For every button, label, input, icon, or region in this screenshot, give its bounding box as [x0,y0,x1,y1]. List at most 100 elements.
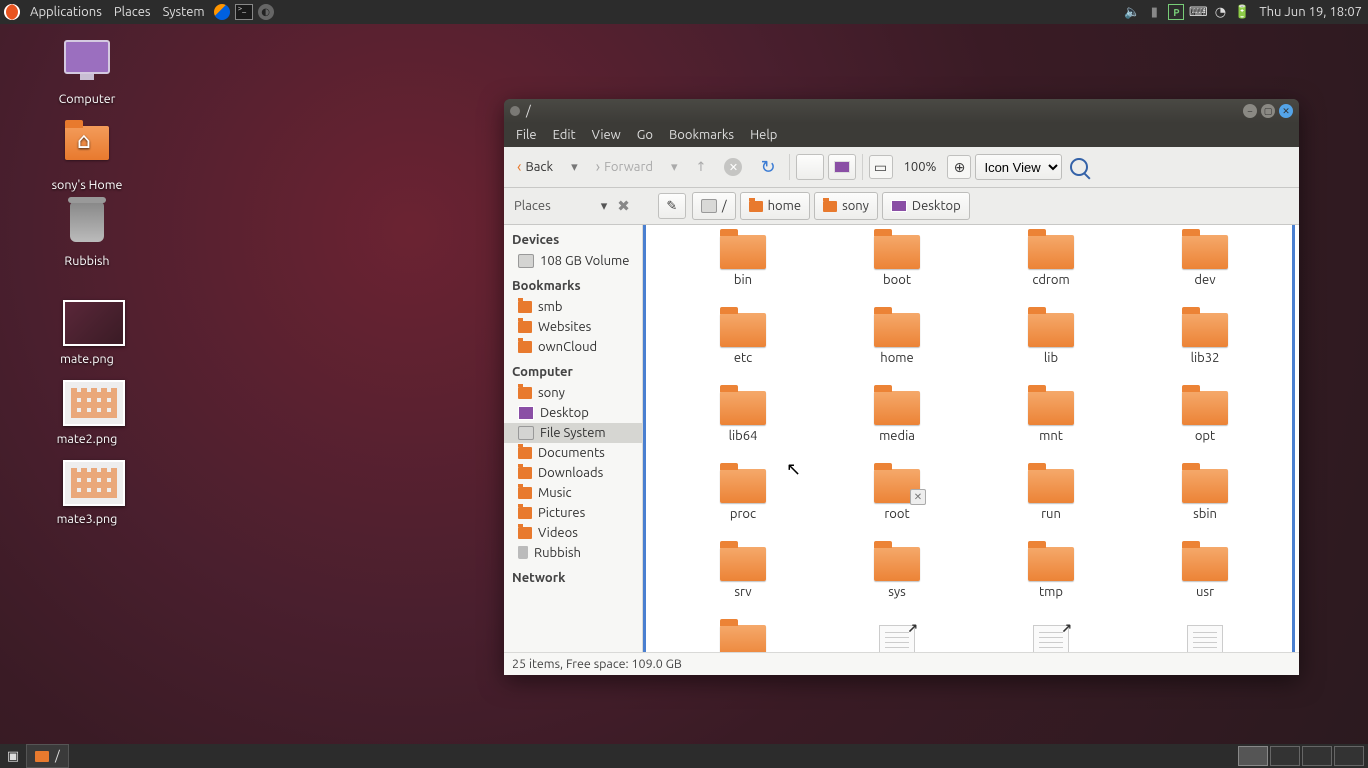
zoom-out-button[interactable]: ▭ [869,155,893,179]
sidebar-item-pictures[interactable]: Pictures [504,503,642,523]
volume-tray-icon[interactable]: 🔈 [1123,3,1141,21]
menu-system[interactable]: System [157,0,211,24]
search-button[interactable] [1066,154,1092,180]
sidebar-heading: Devices [504,225,642,251]
folder-lib[interactable]: lib [1028,313,1074,391]
breadcrumb--[interactable]: / [692,192,736,220]
sidebar-item-label: smb [538,300,562,314]
folder-media[interactable]: media [874,391,920,469]
folder-srv[interactable]: srv [720,547,766,625]
folder-sys[interactable]: sys [874,547,920,625]
sidebar-item-owncloud[interactable]: ownCloud [504,337,642,357]
hd-icon [518,254,534,268]
battery-tray-icon[interactable]: 🔋 [1233,3,1251,21]
zoom-level[interactable]: 100% [897,152,944,182]
computer-icon-button[interactable] [828,154,856,180]
sidebar-item-108-gb-volume[interactable]: 108 GB Volume [504,251,642,271]
desktop-icon-sony-s-home[interactable]: sony's Home [32,120,142,192]
breadcrumb: /homesonyDesktop [692,192,970,220]
network-tray-icon[interactable]: ◔ [1211,3,1229,21]
indicator-tray-icon[interactable]: ▮ [1145,3,1163,21]
folder-mnt[interactable]: mnt [1028,391,1074,469]
desktop-icon-rubbish[interactable]: Rubbish [32,200,142,268]
folder-item[interactable] [879,625,915,652]
desk-icon [518,406,534,420]
sidebar-item-file-system[interactable]: File System [504,423,642,443]
view-mode-selector[interactable]: Icon View [975,154,1062,180]
desktop-icon-mate-png[interactable]: mate.png [32,300,142,366]
back-button[interactable]: ‹ Back [510,152,560,182]
workspace-4[interactable] [1334,746,1364,766]
sidebar-item-sony[interactable]: sony [504,383,642,403]
desktop-icon-label: Rubbish [32,254,142,268]
folder-boot[interactable]: boot [874,235,920,313]
folder-cdrom[interactable]: cdrom [1028,235,1074,313]
sidebar-item-videos[interactable]: Videos [504,523,642,543]
breadcrumb-Desktop[interactable]: Desktop [882,192,970,220]
clock[interactable]: Thu Jun 19, 18:07 [1253,0,1364,24]
desktop-icon-mate2-png[interactable]: mate2.png [32,380,142,446]
sidebar-item-websites[interactable]: Websites [504,317,642,337]
menu-view[interactable]: View [584,128,629,142]
workspace-3[interactable] [1302,746,1332,766]
back-dropdown[interactable]: ▾ [564,152,585,182]
menu-applications[interactable]: Applications [24,0,108,24]
folder-icon [1182,235,1228,269]
menu-edit[interactable]: Edit [545,128,584,142]
reload-button[interactable]: ↻ [753,152,782,182]
breadcrumb-sony[interactable]: sony [814,192,878,220]
workspace-1[interactable] [1238,746,1268,766]
desktop-icon-mate3-png[interactable]: mate3.png [32,460,142,526]
folder-dev[interactable]: dev [1182,235,1228,313]
sidebar-item-rubbish[interactable]: Rubbish [504,543,642,563]
desktop-icon-computer[interactable]: Computer [32,40,142,106]
folder-etc[interactable]: etc [720,313,766,391]
terminal-launcher-icon[interactable] [235,3,253,21]
menu-go[interactable]: Go [629,128,661,142]
sidebar-item-smb[interactable]: smb [504,297,642,317]
fold-icon [518,527,532,539]
sidebar-item-music[interactable]: Music [504,483,642,503]
sidebar-item-downloads[interactable]: Downloads [504,463,642,483]
keyboard-tray-icon[interactable]: ⌨ [1189,3,1207,21]
sidebar-item-label: Desktop [540,406,589,420]
folder-usr[interactable]: usr [1182,547,1228,625]
menu-file[interactable]: File [508,128,545,142]
folder-bin[interactable]: bin [720,235,766,313]
zoom-in-button[interactable]: ⊕ [947,155,971,179]
maximize-button[interactable]: ▢ [1261,104,1275,118]
p-tray-icon[interactable]: P [1167,3,1185,21]
close-sidebar-button[interactable]: ✖ [617,197,630,215]
folder-proc[interactable]: proc [720,469,766,547]
taskbar-item-file-manager[interactable]: / [26,744,69,768]
folder-opt[interactable]: opt [1182,391,1228,469]
menu-places[interactable]: Places [108,0,157,24]
folder-home[interactable]: home [874,313,920,391]
folder-item[interactable] [1033,625,1069,652]
home-icon-button[interactable] [796,154,824,180]
breadcrumb-home[interactable]: home [740,192,810,220]
menu-help[interactable]: Help [742,128,785,142]
folder-tmp[interactable]: tmp [1028,547,1074,625]
item-label: tmp [1028,585,1074,599]
folder-run[interactable]: run [1028,469,1074,547]
up-button: ↑ [689,152,714,182]
folder-item[interactable] [1187,625,1223,652]
minimize-button[interactable]: – [1243,104,1257,118]
close-button[interactable]: ✕ [1279,104,1293,118]
folder-sbin[interactable]: sbin [1182,469,1228,547]
menu-bookmarks[interactable]: Bookmarks [661,128,742,142]
show-desktop-button[interactable]: ▣ [4,747,22,765]
edit-path-button[interactable]: ✎ [658,193,686,219]
folder-root[interactable]: root [874,469,920,547]
sidebar-item-desktop[interactable]: Desktop [504,403,642,423]
window-titlebar[interactable]: / – ▢ ✕ [504,99,1299,123]
workspace-2[interactable] [1270,746,1300,766]
firefox-launcher-icon[interactable] [213,3,231,21]
folder-lib64[interactable]: lib64 [720,391,766,469]
steam-launcher-icon[interactable]: ◐ [257,3,275,21]
sidebar-item-documents[interactable]: Documents [504,443,642,463]
places-dropdown[interactable]: Places▾ [510,199,611,214]
folder-item[interactable] [720,625,766,652]
folder-lib32[interactable]: lib32 [1182,313,1228,391]
